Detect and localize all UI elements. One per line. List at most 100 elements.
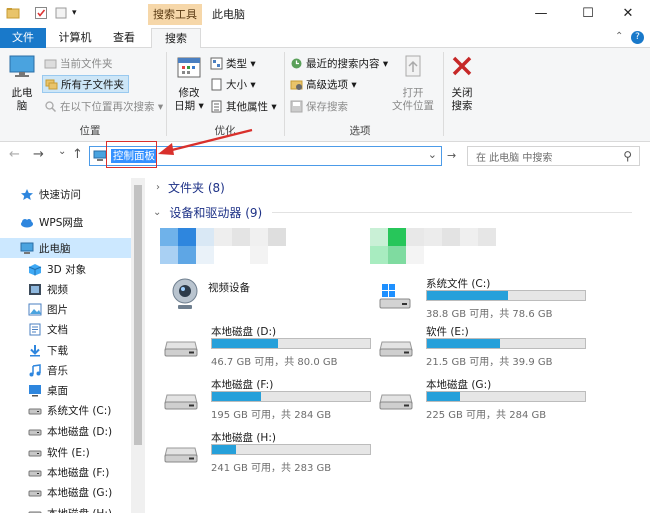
close-search-button[interactable]: 关闭 搜索 [448, 54, 476, 113]
sidebar-item[interactable]: 本地磁盘 (H:) [0, 503, 131, 513]
properties-list-icon [210, 100, 223, 113]
drive-usage-fill [212, 339, 279, 348]
blurred-device-tile [370, 228, 505, 264]
save-icon [290, 100, 303, 113]
drive-usage-bar [211, 338, 371, 349]
recent-searches-button[interactable]: 最近的搜索内容 ▾ [290, 54, 388, 72]
quick-access-dropdown-icon[interactable]: ▾ [72, 6, 86, 20]
search-again-button: 在以下位置再次搜索 ▾ [44, 97, 163, 115]
size-button[interactable]: 大小 ▾ [210, 75, 256, 93]
address-dropdown-button[interactable]: ⌄ [428, 148, 437, 161]
sidebar-item[interactable]: 本地磁盘 (D:) [0, 421, 131, 441]
sidebar-item[interactable]: 桌面 [0, 380, 131, 400]
forward-button[interactable]: → [33, 147, 44, 162]
drive-tile[interactable]: 本地磁盘 (D:) 46.7 GB 可用，共 80.0 GB [163, 324, 378, 370]
drive-tile[interactable]: 本地磁盘 (F:) 195 GB 可用，共 284 GB [163, 377, 378, 423]
sidebar-item[interactable]: 此电脑 [0, 238, 131, 258]
sidebar-item[interactable]: 音乐 [0, 360, 131, 380]
minimize-button[interactable]: — [519, 0, 563, 28]
chevron-down-icon: ⌄ [153, 207, 162, 218]
tab-computer[interactable]: 计算机 [53, 28, 97, 48]
sidebar-item[interactable]: 下载 [0, 340, 131, 360]
properties-icon[interactable] [34, 6, 48, 20]
cloud-icon [20, 216, 34, 229]
drive-usage-fill [427, 392, 461, 401]
drive-space-info: 225 GB 可用，共 284 GB [426, 410, 547, 421]
folders-section-header[interactable]: › 文件夹 (8) [156, 179, 225, 196]
tab-view[interactable]: 查看 [104, 28, 144, 48]
sidebar-item[interactable]: 图片 [0, 299, 131, 319]
section-divider [272, 212, 633, 213]
webcam-icon [168, 276, 202, 317]
help-icon[interactable]: ? [631, 31, 644, 44]
sidebar-item[interactable]: 系统文件 (C:) [0, 400, 131, 420]
date-modified-button[interactable]: 修改 日期 ▾ [172, 54, 206, 113]
devices-section-header[interactable]: ⌄ 设备和驱动器 (9) [153, 204, 633, 221]
back-button[interactable]: ← [9, 147, 20, 162]
scrollbar-thumb[interactable] [134, 185, 142, 445]
sidebar-item[interactable]: 快速访问 [0, 184, 131, 204]
tab-search[interactable]: 搜索 [151, 28, 201, 49]
maximize-button[interactable]: ☐ [566, 0, 610, 28]
folder-icon [6, 6, 20, 20]
advanced-options-button[interactable]: 高级选项 ▾ [290, 75, 357, 93]
drive-space-info: 241 GB 可用，共 283 GB [211, 463, 332, 474]
up-button[interactable]: ↑ [72, 147, 83, 162]
open-file-location-button: 打开 文件位置 [391, 54, 435, 113]
new-folder-icon[interactable] [54, 6, 68, 20]
drive-name: 系统文件 (C:) [426, 278, 491, 290]
camera-device[interactable]: 视频设备 [168, 276, 288, 316]
drive-name: 本地磁盘 (G:) [426, 379, 492, 391]
search-box[interactable]: 在 此电脑 中搜索 ⚲ [467, 146, 640, 166]
title-bar: ▾ 搜索工具 此电脑 — ☐ ✕ [0, 0, 650, 28]
current-folder-icon [44, 57, 57, 70]
kind-button[interactable]: 类型 ▾ [210, 54, 256, 72]
all-subfolders-button[interactable]: 所有子文件夹 [42, 75, 129, 93]
kind-icon [210, 57, 223, 70]
go-button[interactable]: → [447, 149, 456, 162]
drive-usage-bar [211, 444, 371, 455]
sidebar-item[interactable]: 本地磁盘 (G:) [0, 482, 131, 502]
ribbon-collapse-icon[interactable]: ⌃ [615, 31, 623, 42]
drive-usage-fill [212, 445, 236, 454]
video-icon [28, 283, 42, 296]
sidebar-item[interactable]: 3D 对象 [0, 259, 131, 279]
advanced-options-icon [290, 78, 303, 91]
this-pc-button[interactable]: 此电 脑 [6, 54, 38, 113]
drive-icon [378, 336, 413, 358]
sidebar-item[interactable]: 本地磁盘 (F:) [0, 462, 131, 482]
desktop-icon [28, 384, 42, 397]
picture-icon [28, 303, 42, 316]
drive-tile[interactable]: 本地磁盘 (H:) 241 GB 可用，共 283 GB [163, 430, 378, 476]
search-input[interactable]: 在 此电脑 中搜索 [476, 149, 552, 164]
drive-icon [28, 446, 42, 459]
sidebar-item-label: 桌面 [47, 384, 68, 397]
navigation-pane: 快速访问 WPS网盘 此电脑 3D 对象 视频 图片 文档 下载 音乐 桌面 系统文件 (C:) 本地… [0, 178, 145, 513]
sidebar-item-label: 3D 对象 [47, 263, 87, 276]
other-properties-button[interactable]: 其他属性 ▾ [210, 97, 277, 115]
search-icon[interactable]: ⚲ [623, 149, 632, 163]
sidebar-item-label: 此电脑 [39, 242, 71, 255]
drive-icon [28, 404, 42, 417]
computer-icon [93, 150, 107, 162]
sidebar-item-label: 快速访问 [39, 188, 81, 201]
drive-usage-bar [426, 338, 586, 349]
sidebar-item[interactable]: 软件 (E:) [0, 442, 131, 462]
group-title-location: 位置 [79, 125, 101, 137]
sidebar-item-label: WPS网盘 [39, 216, 84, 229]
drive-tile[interactable]: 系统文件 (C:) 38.8 GB 可用，共 78.6 GB [378, 276, 593, 322]
drive-usage-bar [426, 391, 586, 402]
group-separator [443, 52, 444, 136]
drive-name: 本地磁盘 (F:) [211, 379, 274, 391]
tab-file[interactable]: 文件 [0, 28, 46, 48]
sidebar-item[interactable]: 文档 [0, 319, 131, 339]
close-window-button[interactable]: ✕ [606, 0, 650, 28]
drive-space-info: 195 GB 可用，共 284 GB [211, 410, 332, 421]
sidebar-item[interactable]: 视频 [0, 279, 131, 299]
recent-locations-button[interactable]: ⌄ [58, 146, 66, 157]
sidebar-item[interactable]: WPS网盘 [0, 212, 131, 232]
drive-tile[interactable]: 软件 (E:) 21.5 GB 可用，共 39.9 GB [378, 324, 593, 370]
computer-icon [6, 54, 38, 84]
drive-tile[interactable]: 本地磁盘 (G:) 225 GB 可用，共 284 GB [378, 377, 593, 423]
ribbon: 此电 脑 当前文件夹 所有子文件夹 在以下位置再次搜索 ▾ 位置 修改 日期 ▾… [0, 48, 650, 142]
